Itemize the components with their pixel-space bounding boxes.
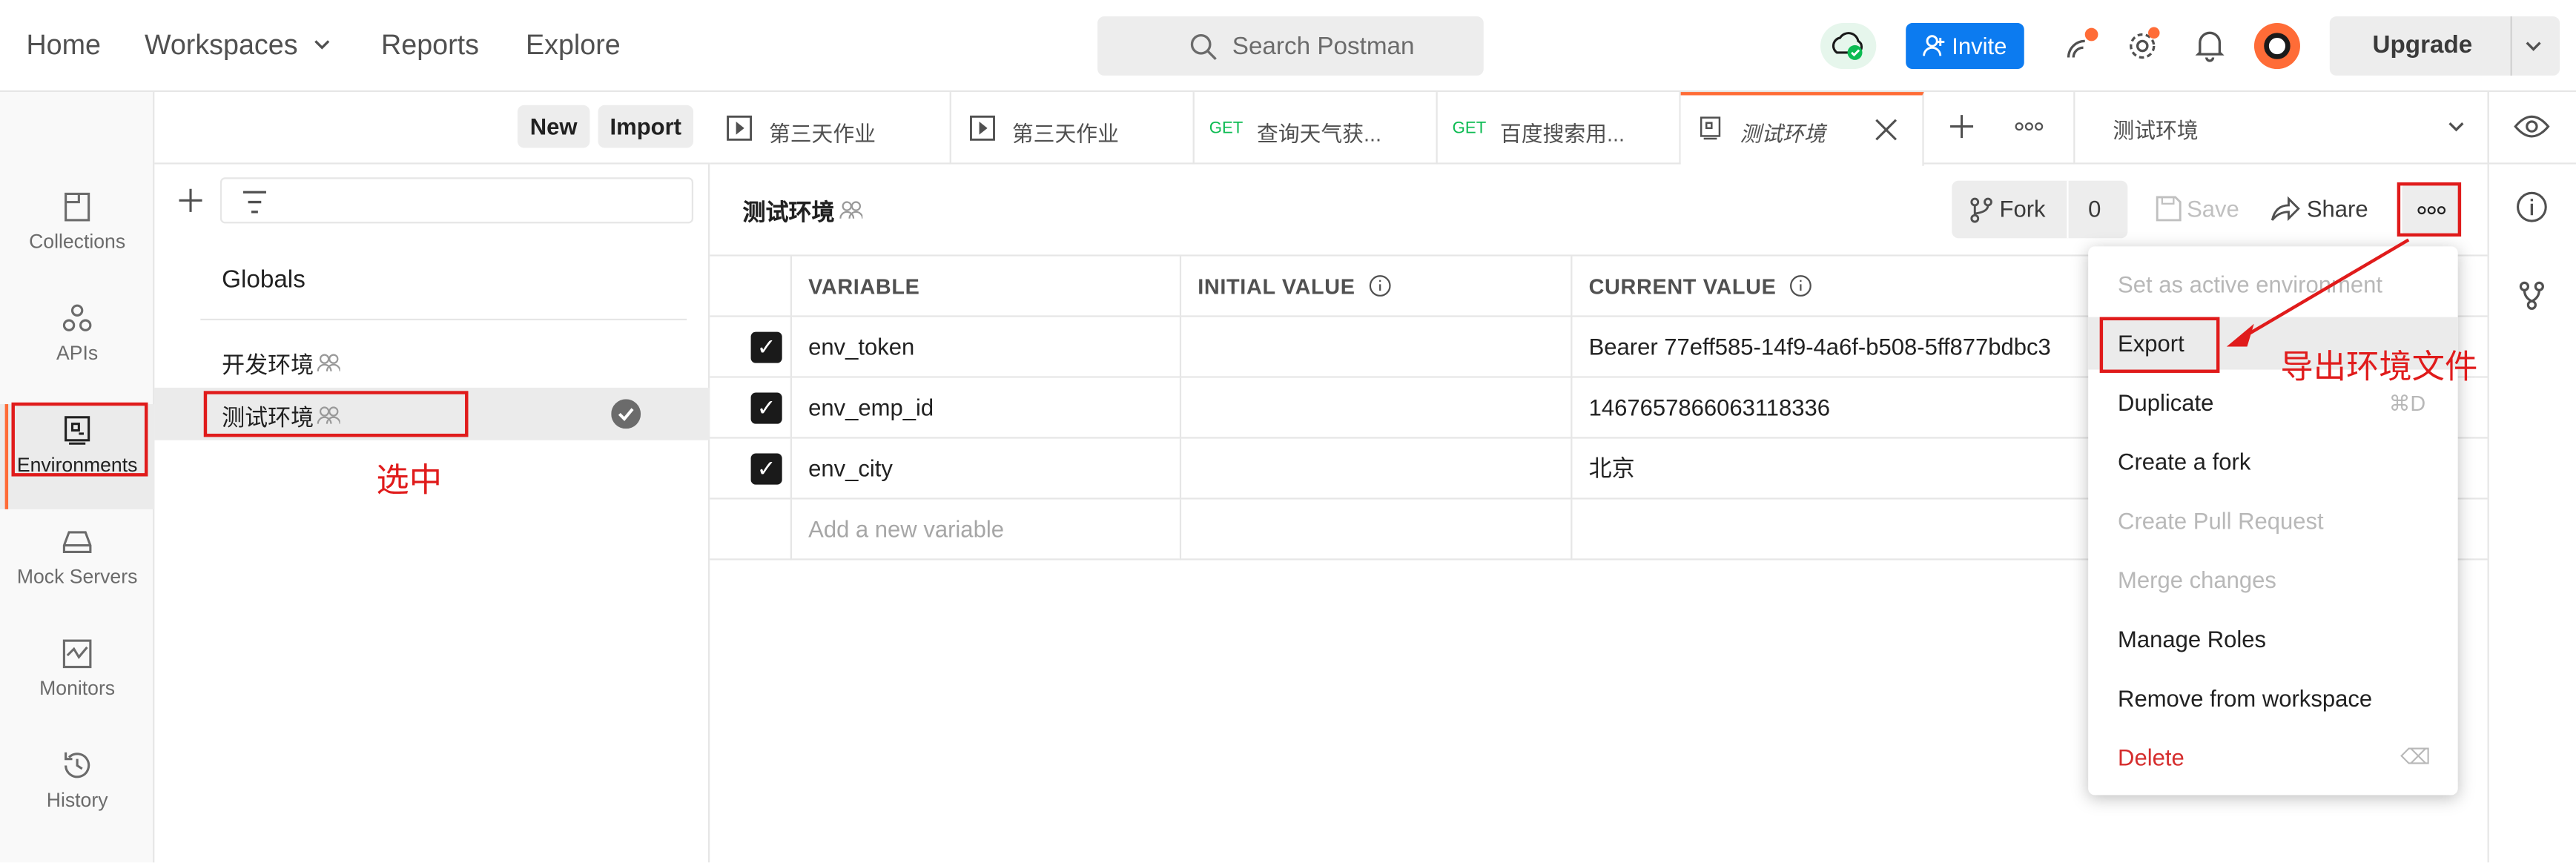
environment-selector[interactable]: 测试环境 xyxy=(2075,92,2486,164)
search-icon xyxy=(1190,33,1217,60)
annotation-selected: 选中 xyxy=(376,463,443,500)
chevron-down-icon xyxy=(2448,122,2464,132)
fork-button[interactable]: Fork 0 xyxy=(1952,180,2128,239)
tab-request-1[interactable]: 第三天作业 xyxy=(710,92,951,165)
env-globals[interactable]: Globals xyxy=(222,266,306,294)
sidebar-item-apis[interactable]: APIs xyxy=(0,292,154,397)
new-button[interactable]: New xyxy=(517,105,590,148)
menu-item-create-pull-request[interactable]: Create Pull Request xyxy=(2088,497,2458,543)
collections-icon xyxy=(65,192,90,222)
upgrade-button[interactable]: Upgrade xyxy=(2329,16,2560,76)
runner-icon xyxy=(727,115,753,141)
menu-item-set-active[interactable]: Set as active environment xyxy=(2088,259,2458,305)
avatar[interactable] xyxy=(2253,23,2300,70)
menu-item-remove-workspace[interactable]: Remove from workspace xyxy=(2088,675,2458,721)
column-header-initial: INITIAL VALUE xyxy=(1181,256,1573,317)
filter-input[interactable] xyxy=(219,177,694,224)
top-bar: Home Workspaces Reports Explore Search P… xyxy=(0,0,2576,93)
nav-workspaces[interactable]: Workspaces xyxy=(145,30,331,62)
menu-item-merge-changes[interactable]: Merge changes xyxy=(2088,557,2458,603)
nav-explore[interactable]: Explore xyxy=(526,30,621,62)
info-icon[interactable] xyxy=(1789,274,1812,297)
add-user-icon xyxy=(1923,35,1945,56)
save-icon xyxy=(2156,196,2182,222)
menu-item-manage-roles[interactable]: Manage Roles xyxy=(2088,616,2458,662)
import-button[interactable]: Import xyxy=(598,105,694,148)
annotation-box-export xyxy=(2099,317,2220,373)
env-title[interactable]: 测试环境 xyxy=(742,196,834,228)
row-checkbox[interactable]: ✓ xyxy=(750,331,782,363)
annotation-box-environments xyxy=(11,402,148,477)
add-variable-input[interactable]: Add a new variable xyxy=(792,499,1182,561)
tab-request-2[interactable]: 第三天作业 xyxy=(951,92,1195,165)
initial-value-cell[interactable] xyxy=(1181,317,1573,378)
shared-icon xyxy=(317,354,340,371)
nav-reports[interactable]: Reports xyxy=(381,30,479,62)
info-icon[interactable] xyxy=(2515,191,2548,223)
variable-cell[interactable]: env_emp_id xyxy=(792,377,1182,439)
initial-value-cell[interactable] xyxy=(1181,499,1573,561)
search-input[interactable]: Search Postman xyxy=(1097,16,1484,76)
row-checkbox[interactable]: ✓ xyxy=(750,453,782,485)
row-checkbox[interactable]: ✓ xyxy=(750,392,782,424)
tab-bar: 第三天作业 第三天作业 GET 查询天气获... GET 百度搜索用... 测试… xyxy=(710,92,2576,166)
environments-icon xyxy=(1700,116,1721,140)
invite-button[interactable]: Invite xyxy=(1906,23,2024,70)
nav-home[interactable]: Home xyxy=(26,30,101,62)
shared-icon xyxy=(839,201,863,219)
apis-icon xyxy=(62,304,92,331)
backspace-icon: ⌫ xyxy=(2400,744,2431,769)
menu-item-create-fork[interactable]: Create a fork xyxy=(2088,439,2458,485)
mock-servers-icon xyxy=(62,531,92,554)
variable-cell[interactable]: env_city xyxy=(792,438,1182,500)
bell-icon[interactable] xyxy=(2195,30,2225,62)
tab-request-3[interactable]: GET 查询天气获... xyxy=(1195,92,1438,165)
sidebar-item-mock-servers[interactable]: Mock Servers xyxy=(0,516,154,621)
search-placeholder: Search Postman xyxy=(1232,33,1415,61)
share-icon xyxy=(2270,196,2300,222)
tab-request-4[interactable]: GET 百度搜索用... xyxy=(1438,92,1681,165)
left-sidebar: Collections APIs Environments Mock Serve… xyxy=(0,92,155,863)
active-check-icon[interactable] xyxy=(611,399,641,429)
column-header-variable: VARIABLE xyxy=(792,256,1182,317)
runner-icon xyxy=(970,115,995,141)
history-icon xyxy=(65,752,90,778)
environment-list-panel: Globals 开发环境 测试环境 选中 xyxy=(154,164,710,863)
menu-item-delete[interactable]: Delete ⌫ xyxy=(2088,734,2458,780)
sync-status-icon[interactable] xyxy=(1820,23,1877,70)
sidebar-item-history[interactable]: History xyxy=(0,739,154,844)
fork-count: 0 xyxy=(2088,195,2101,222)
env-item-dev[interactable]: 开发环境 xyxy=(154,335,710,388)
fork-icon xyxy=(1970,197,1992,223)
annotation-export: 导出环境文件 xyxy=(2280,349,2478,386)
active-indicator xyxy=(4,404,9,509)
close-icon[interactable] xyxy=(1875,119,1898,142)
chevron-down-icon xyxy=(314,40,330,50)
right-sidebar xyxy=(2487,92,2576,863)
satellite-icon[interactable] xyxy=(2060,26,2099,65)
initial-value-cell[interactable] xyxy=(1181,438,1573,500)
annotation-box-selected xyxy=(203,391,469,437)
fork-icon[interactable] xyxy=(2519,281,2545,311)
plus-icon[interactable] xyxy=(177,188,203,214)
annotation-box-more xyxy=(2397,182,2462,237)
chevron-down-icon[interactable] xyxy=(2523,36,2543,56)
new-tab-icon[interactable] xyxy=(1949,113,1975,139)
variable-cell[interactable]: env_token xyxy=(792,317,1182,378)
share-button[interactable]: Share xyxy=(2270,192,2372,228)
initial-value-cell[interactable] xyxy=(1181,377,1573,439)
monitors-icon xyxy=(62,639,92,669)
info-icon[interactable] xyxy=(1368,274,1391,297)
sidebar-item-monitors[interactable]: Monitors xyxy=(0,627,154,733)
settings-icon[interactable] xyxy=(2126,26,2162,62)
tab-environment[interactable]: 测试环境 xyxy=(1680,92,1924,166)
sidebar-item-collections[interactable]: Collections xyxy=(0,181,154,286)
filter-icon xyxy=(242,191,266,214)
divider xyxy=(200,318,687,321)
more-tabs-icon[interactable] xyxy=(2014,122,2044,131)
